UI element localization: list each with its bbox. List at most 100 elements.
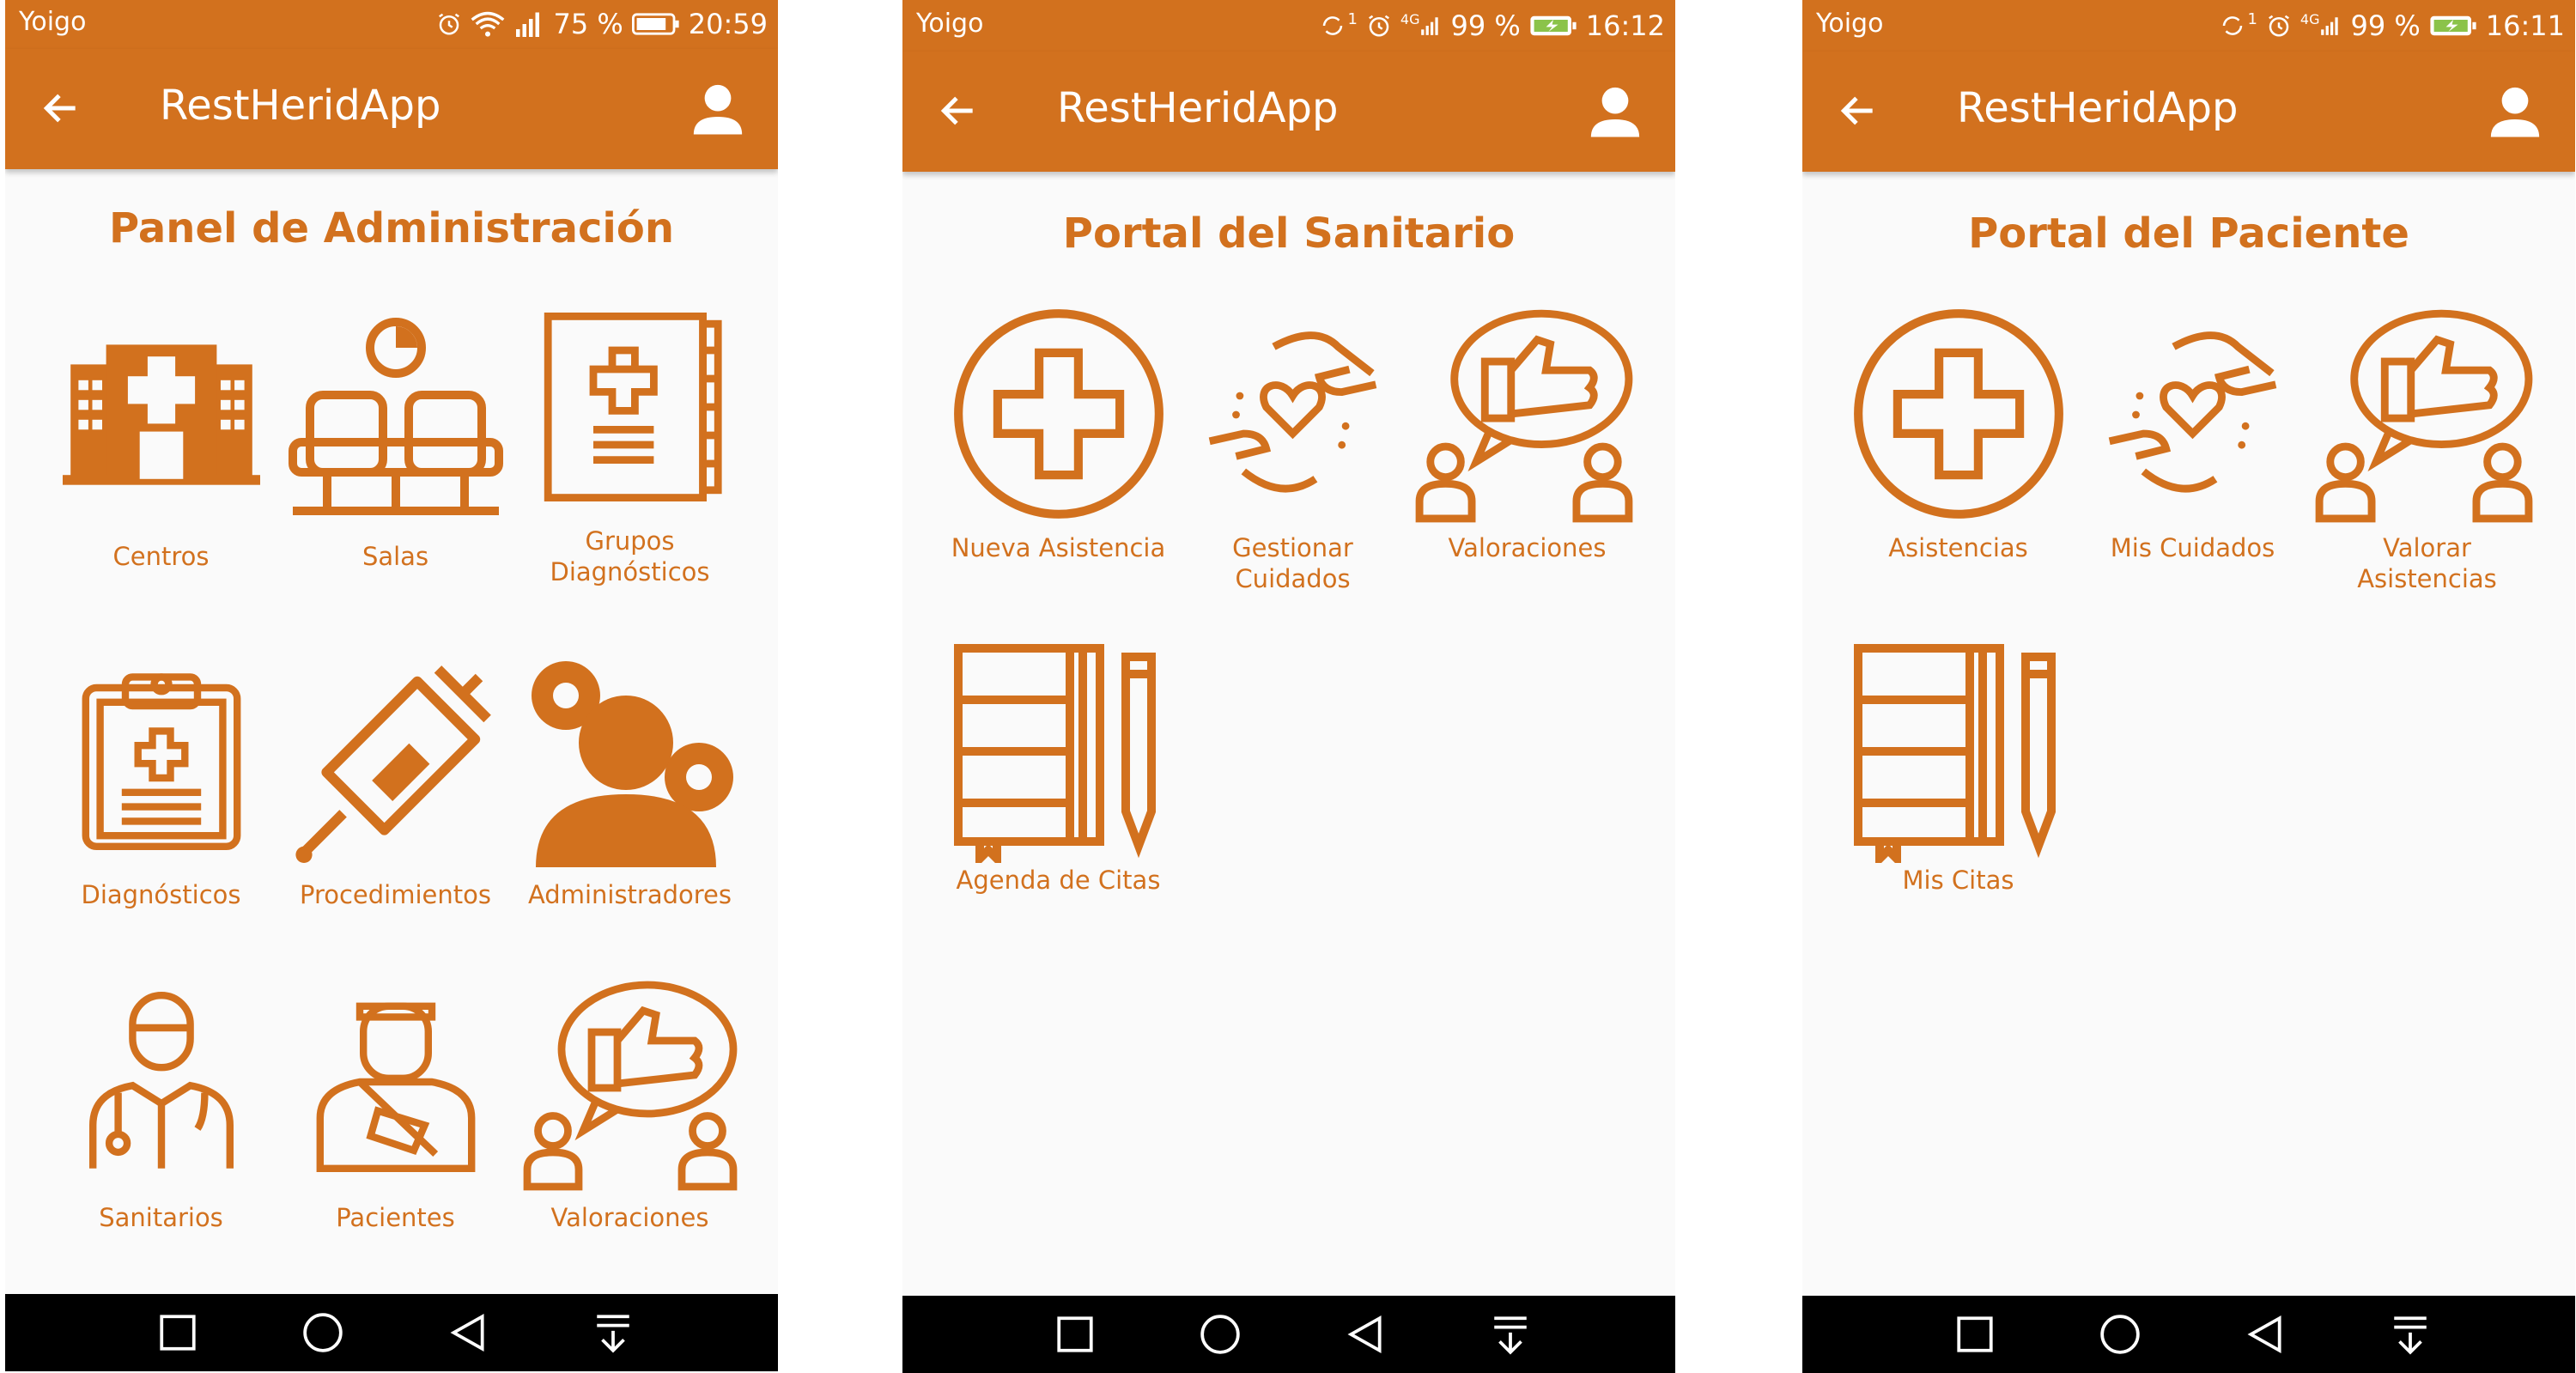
hospital-building-icon (54, 309, 269, 507)
tile-label: Nueva Asistencia (951, 533, 1166, 562)
tile-label: Valoraciones (1448, 533, 1607, 562)
app-toolbar: RestHeridApp (902, 52, 1675, 172)
network-type: 4G (2300, 10, 2320, 27)
android-nav-bar (1802, 1296, 2575, 1373)
notification-badge: 1 (1347, 9, 1358, 28)
back-triangle-icon[interactable] (447, 1311, 489, 1354)
menu-tile-valoraciones[interactable]: Valoraciones (1410, 296, 1644, 597)
app-title: RestHeridApp (1057, 84, 1339, 132)
account-icon[interactable] (690, 82, 745, 137)
tile-label: Grupos Diagnósticos (550, 526, 710, 586)
menu-tile-sanitarios[interactable]: Sanitarios (44, 962, 278, 1262)
home-icon[interactable] (1199, 1313, 1242, 1356)
medical-book-icon (537, 295, 726, 519)
back-arrow-icon[interactable] (39, 87, 82, 130)
menu-tile-pacientes[interactable]: Pacientes (278, 962, 513, 1262)
carrier-label: Yoigo (916, 9, 984, 39)
battery-percent: 99 % (1450, 9, 1521, 42)
signal-icon (2321, 17, 2339, 35)
home-icon[interactable] (301, 1311, 344, 1354)
tile-label: Centros (112, 542, 210, 571)
status-bar: Yoigo 75 % 20:59 (5, 0, 778, 49)
menu-tile-nueva-asistencia[interactable]: Nueva Asistencia (941, 296, 1176, 597)
notebook-pencil-icon (950, 640, 1164, 863)
menu-tile-salas[interactable]: Salas (278, 292, 513, 592)
medical-cross-circle-icon (950, 305, 1168, 523)
tile-label: Sanitarios (99, 1203, 223, 1232)
alarm-icon (2268, 15, 2289, 37)
notification-badge: 1 (2247, 9, 2257, 28)
notification-pull-icon[interactable] (592, 1311, 635, 1354)
tile-label: Mis Cuidados (2110, 533, 2275, 562)
tile-label: Gestionar Cuidados (1232, 533, 1353, 593)
tile-label: Mis Citas (1902, 866, 2014, 895)
recent-apps-icon[interactable] (1054, 1313, 1097, 1356)
app-title: RestHeridApp (160, 82, 441, 130)
caring-hands-heart-icon (1176, 320, 1410, 509)
page-title: Panel de Administración (108, 204, 675, 252)
syringe-icon (294, 653, 500, 867)
notebook-pencil-icon (1850, 640, 2064, 863)
page-title: Portal del Paciente (1968, 210, 2409, 258)
account-icon[interactable] (2488, 84, 2543, 139)
battery-percent: 75 % (553, 8, 623, 40)
medical-cross-circle-icon (1850, 305, 2068, 523)
menu-tile-mis-cuidados[interactable]: Mis Cuidados (2075, 296, 2310, 597)
notification-pull-icon[interactable] (2389, 1313, 2432, 1356)
app-toolbar: RestHeridApp (1802, 52, 2575, 172)
battery-icon (631, 13, 679, 35)
tile-label: Agenda de Citas (956, 866, 1161, 895)
recent-apps-icon[interactable] (1953, 1313, 1996, 1356)
menu-tile-asistencias[interactable]: Asistencias (1841, 296, 2075, 597)
app-title: RestHeridApp (1957, 84, 2239, 132)
back-arrow-icon[interactable] (1837, 89, 1880, 132)
patient-icon (306, 970, 486, 1194)
tile-label: Diagnósticos (81, 880, 241, 909)
alarm-icon (439, 13, 460, 35)
thumbs-up-feedback-icon (2310, 305, 2538, 523)
tile-label: Valoraciones (550, 1203, 709, 1232)
battery-charging-icon (1530, 15, 1577, 36)
back-triangle-icon[interactable] (2244, 1313, 2287, 1356)
home-icon[interactable] (2099, 1313, 2142, 1356)
menu-tile-valorar-asistencias[interactable]: Valorar Asistencias (2310, 296, 2544, 597)
app-toolbar: RestHeridApp (5, 49, 778, 169)
menu-tile-valoraciones[interactable]: Valoraciones (513, 962, 747, 1262)
network-type: 4G (1400, 10, 1420, 27)
tile-label: Valorar Asistencias (2357, 533, 2497, 593)
notification-pull-icon[interactable] (1489, 1313, 1532, 1356)
menu-tile-gestionar-cuidados[interactable]: Gestionar Cuidados (1176, 296, 1410, 597)
menu-tile-diagnosticos[interactable]: Diagnósticos (44, 635, 278, 936)
sync-icon (2223, 16, 2243, 35)
tile-label: Salas (361, 542, 429, 571)
page-title: Portal del Sanitario (1062, 210, 1516, 258)
clock: 16:12 (1585, 9, 1665, 42)
menu-tile-administradores[interactable]: Administradores (513, 635, 747, 936)
signal-icon (1421, 17, 1439, 35)
android-nav-bar (5, 1294, 778, 1371)
signal-icon (516, 12, 540, 37)
tile-label: Procedimientos (299, 880, 491, 909)
tile-label: Pacientes (336, 1203, 455, 1232)
back-arrow-icon[interactable] (937, 89, 980, 132)
menu-tile-agenda-de-citas[interactable]: Agenda de Citas (941, 631, 1176, 932)
menu-tile-centros[interactable]: Centros (44, 292, 278, 592)
tile-label: Administradores (527, 880, 732, 909)
menu-tile-procedimientos[interactable]: Procedimientos (278, 635, 513, 936)
carrier-label: Yoigo (19, 7, 87, 37)
waiting-room-seats-icon (289, 309, 503, 532)
account-icon[interactable] (1588, 84, 1643, 139)
thumbs-up-feedback-icon (1410, 305, 1638, 523)
tile-label: Asistencias (1888, 533, 2028, 562)
status-bar: Yoigo 1 4G 99 % 16:12 (902, 0, 1675, 52)
menu-tile-grupos-diagnosticos[interactable]: Grupos Diagnósticos (513, 292, 747, 592)
battery-percent: 99 % (2350, 9, 2421, 42)
wifi-icon (471, 11, 505, 37)
back-triangle-icon[interactable] (1344, 1313, 1387, 1356)
phone-screen-sanitario: Yoigo 1 4G 99 % 16:12 RestHeridApp Porta… (902, 0, 1675, 1373)
battery-charging-icon (2430, 15, 2476, 36)
menu-tile-mis-citas[interactable]: Mis Citas (1841, 631, 2075, 932)
recent-apps-icon[interactable] (156, 1311, 199, 1354)
medical-clipboard-icon (71, 653, 252, 867)
phone-screen-paciente: Yoigo 1 4G 99 % 16:11 RestHeridApp Porta… (1802, 0, 2575, 1373)
